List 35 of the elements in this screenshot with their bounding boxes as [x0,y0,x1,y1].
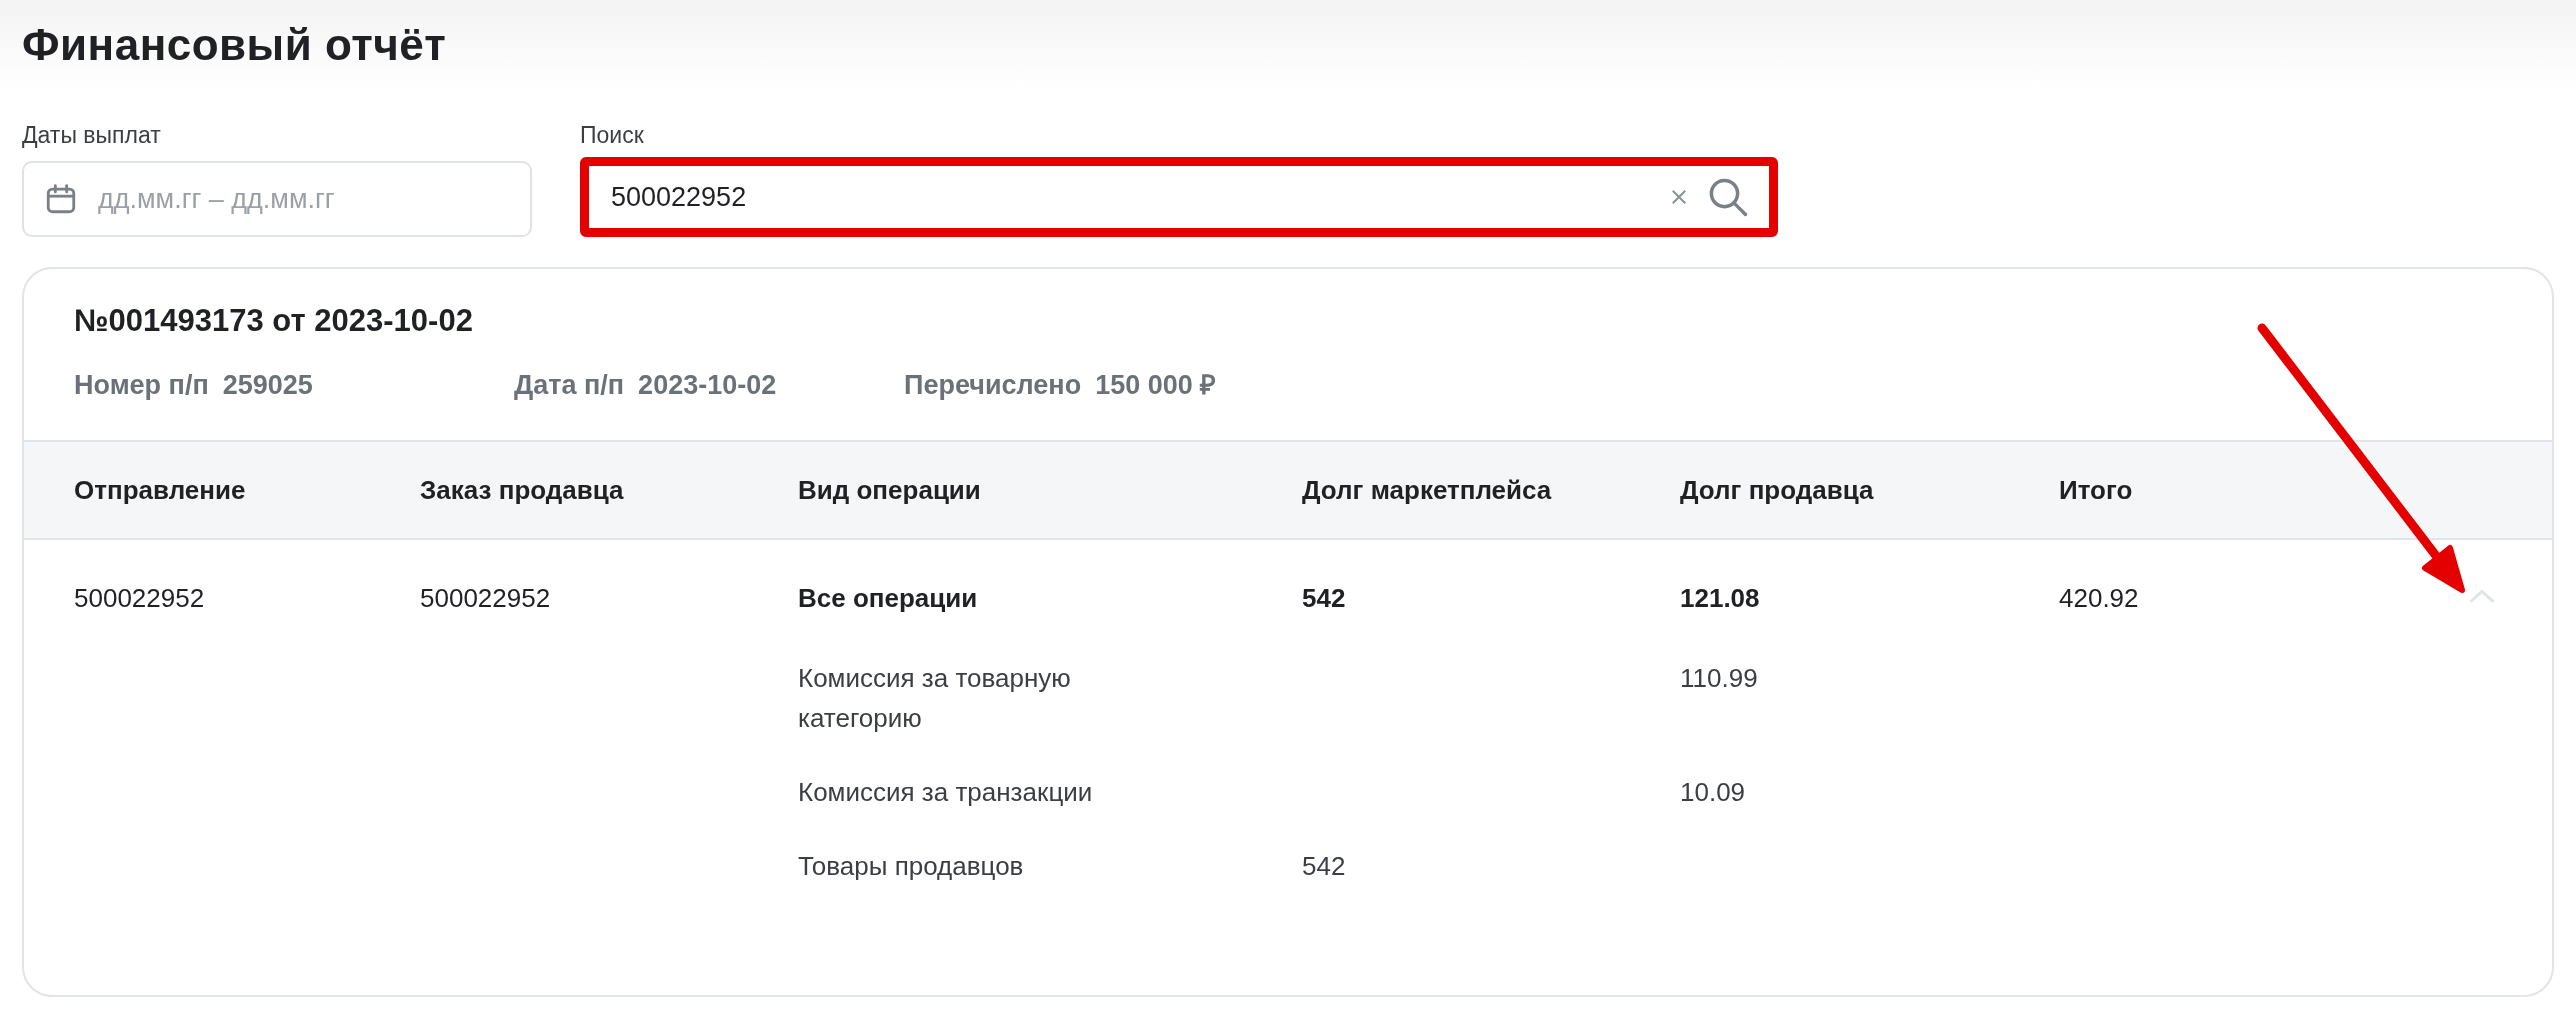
table-cell-text: 542 [1302,582,1346,615]
field-label: Поиск [580,122,645,149]
column-header: Долг продавца [1680,474,1875,506]
table-cell-text: Товары продавцов [798,850,1025,883]
search-field[interactable]: 500022952 [609,180,1651,214]
calendar-icon [44,182,78,216]
field-label: Даты выплат [22,122,162,149]
table-cell-text: 420.92 [2059,582,2139,615]
meta-label: Номер п/п [74,370,209,401]
page-title: Финансовый отчёт [22,20,448,70]
table-cell-text: Все операции [798,582,978,615]
meta-value: 2023-10-02 [638,370,777,401]
meta-label: Дата п/п [514,370,625,401]
table-cell-text: 121.08 [1680,582,1760,615]
meta-value: 150 000 ₽ [1095,369,1217,402]
clear-icon[interactable] [1669,187,1689,207]
column-header: Заказ продавца [420,474,625,506]
column-header: Итого [2059,474,2134,506]
table-cell-text: Комиссия за транзакции [798,776,1094,809]
meta-value: 259025 [222,370,313,401]
meta-label: Перечислено [904,370,1082,401]
table-cell-text: 542 [1302,850,1347,883]
column-header: Вид операции [798,474,982,506]
search-box[interactable]: 500022952 [580,157,1778,237]
date-range-field[interactable]: дд.мм.гг – дд.мм.гг [96,182,510,216]
date-range-box[interactable]: дд.мм.гг – дд.мм.гг [22,161,532,237]
search-icon[interactable] [1707,176,1749,218]
column-header: Долг маркетплейса [1302,474,1553,506]
column-header: Отправление [74,474,247,506]
table-cell-text: 500022952 [420,582,551,615]
table-cell-text: 500022952 [74,582,205,615]
table-cell-text: 110.99 [1680,662,1759,695]
table-cell-text: 10.09 [1680,776,1747,809]
report-title: №001493173 от 2023-10-02 [74,303,474,339]
table-cell-text: Комиссия за товарную категорию [798,662,1072,735]
